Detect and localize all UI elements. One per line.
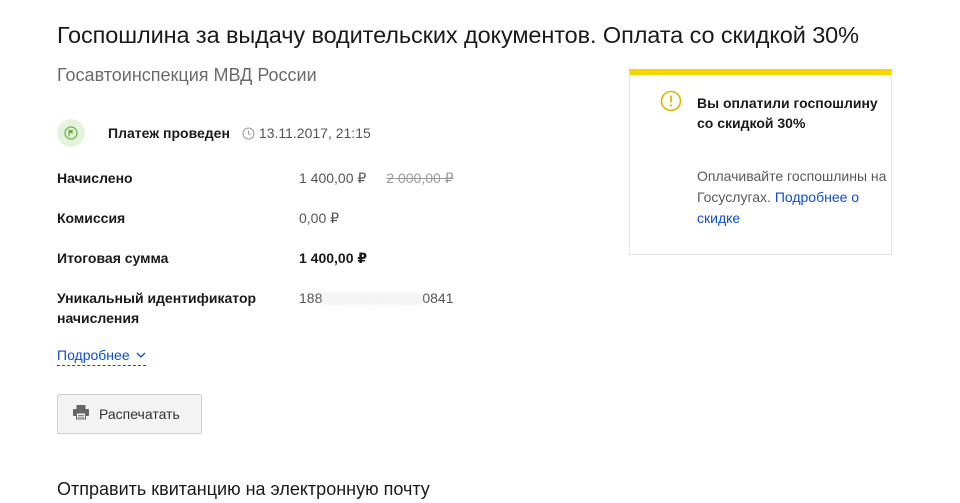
chevron-down-icon xyxy=(136,352,146,358)
status-datetime: 13.11.2017, 21:15 xyxy=(258,125,371,141)
clock-icon xyxy=(242,127,255,140)
notice-text: Оплачивайте госпошлины на Госуслугах. По… xyxy=(697,166,887,229)
notice-title: Вы оплатили госпошлину со скидкой 30% xyxy=(697,95,878,131)
detail-label: Комиссия xyxy=(57,210,126,226)
print-button-label: Распечатать xyxy=(99,406,180,422)
uid-end: 0841 xyxy=(422,290,454,306)
detail-row-total: Итоговая сумма 1 400,00 ₽ xyxy=(57,248,537,288)
payment-status: Платеж проведен 13.11.2017, 21:15 xyxy=(57,118,371,148)
discount-notice: Вы оплатили госпошлину со скидкой 30% Оп… xyxy=(629,69,892,255)
detail-label: Итоговая сумма xyxy=(57,250,169,266)
detail-label: Уникальный идентификатор начисления xyxy=(57,290,257,326)
printer-icon xyxy=(72,404,90,425)
uid-redacted xyxy=(320,293,425,306)
email-receipt-heading: Отправить квитанцию на электронную почту xyxy=(57,479,430,499)
print-button[interactable]: Распечатать xyxy=(57,394,202,434)
flag-icon xyxy=(57,119,85,147)
detail-row-uid: Уникальный идентификатор начисления 188 0… xyxy=(57,288,537,338)
uid-value: 188 0841 xyxy=(299,288,454,308)
detail-value: 1 400,00 ₽ 2 000,00 ₽ xyxy=(299,168,454,188)
detail-row-charged: Начислено 1 400,00 ₽ 2 000,00 ₽ xyxy=(57,168,537,208)
organization-name: Госавтоинспекция МВД России xyxy=(57,65,317,85)
detail-label: Начислено xyxy=(57,170,133,186)
charged-amount: 1 400,00 ₽ xyxy=(299,170,367,186)
more-details-label: Подробнее xyxy=(57,347,130,363)
payment-details: Начислено 1 400,00 ₽ 2 000,00 ₽ Комиссия … xyxy=(57,168,537,338)
detail-row-commission: Комиссия 0,00 ₽ xyxy=(57,208,537,248)
more-details-link[interactable]: Подробнее xyxy=(57,347,146,366)
detail-value: 0,00 ₽ xyxy=(299,210,340,226)
exclamation-icon xyxy=(660,90,682,112)
page-title: Госпошлина за выдачу водительских докуме… xyxy=(57,22,859,48)
total-amount: 1 400,00 ₽ xyxy=(299,250,368,266)
original-amount: 2 000,00 ₽ xyxy=(386,170,454,186)
uid-start: 188 xyxy=(299,290,323,306)
status-text: Платеж проведен xyxy=(108,125,230,141)
